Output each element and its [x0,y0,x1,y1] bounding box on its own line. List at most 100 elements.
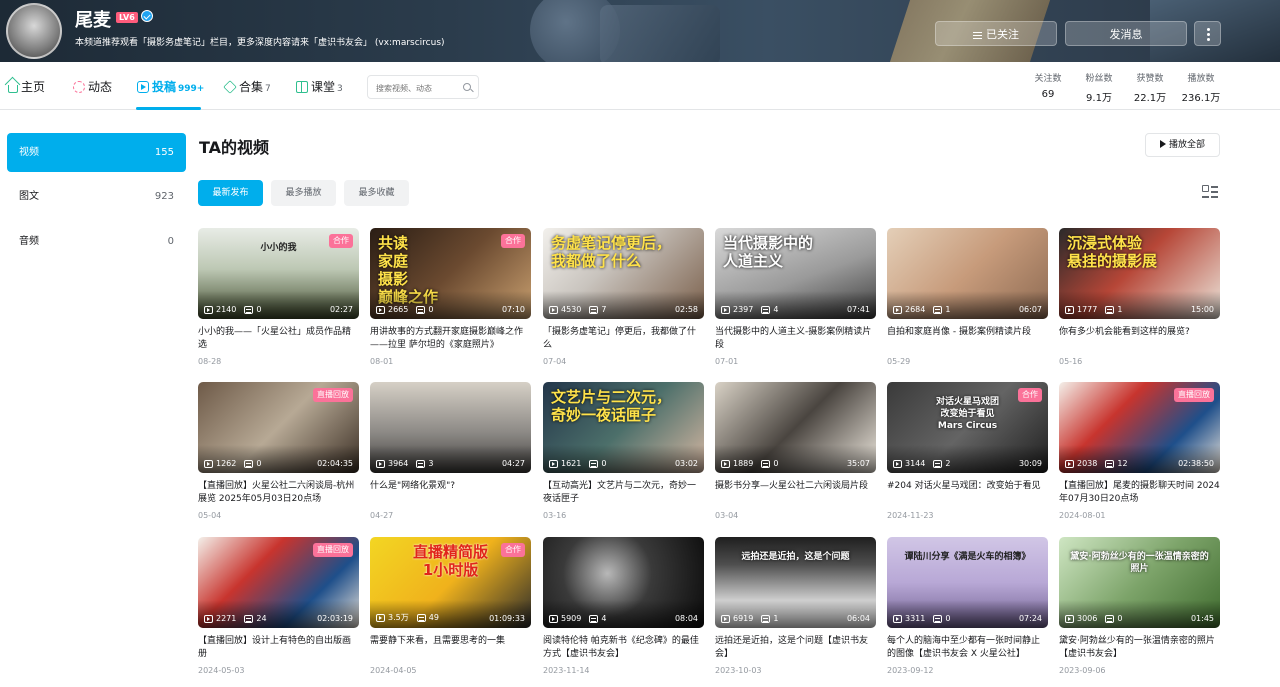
play-count-icon [549,459,558,468]
stat-likes: 获赞数 22.1万 [1125,71,1175,104]
stat-value: 9.1万 [1086,93,1112,104]
video-title[interactable]: 「摄影务虚笔记」停更后，我都做了什么 [543,326,704,352]
sidebar-item-video[interactable]: 视频 155 [7,133,186,172]
video-thumbnail[interactable]: 沉浸式体验 悬挂的摄影展 1777 1 15:00 [1059,228,1220,319]
layout-toggle-icon[interactable] [1202,185,1218,201]
video-card[interactable]: 直播精简版 1小时版 合作 3.5万 49 01:09:33 需要静下来看，且需… [370,537,531,675]
danmaku-icon [1105,305,1115,314]
video-thumbnail[interactable]: 黛安·阿勃丝少有的一张温情亲密的照片 3006 0 01:45 [1059,537,1220,628]
danmaku-count: 4 [601,614,607,623]
danmaku-count: 1 [1117,305,1123,314]
thumbnail-overlay-text: 沉浸式体验 悬挂的摄影展 [1067,234,1158,270]
video-card[interactable]: 黛安·阿勃丝少有的一张温情亲密的照片 3006 0 01:45 黛安·阿勃丝少有… [1059,537,1220,675]
sort-latest[interactable]: 最新发布 [198,180,263,206]
video-title[interactable]: 用讲故事的方式翻开家庭摄影巅峰之作——拉里 萨尔坦的《家庭照片》 [370,326,531,352]
tab-home[interactable]: 主页 [8,78,45,95]
tab-upload[interactable]: 投稿 999+ [137,78,204,95]
video-title[interactable]: 小小的我——「火星公社」成员作品精选 [198,326,359,352]
video-title[interactable]: 【互动高光】文艺片与二次元，奇妙一夜话匣子 [543,480,704,506]
video-thumbnail[interactable]: 共读 家庭 摄影 巅峰之作 合作 2665 0 07:10 [370,228,531,319]
stat-fans[interactable]: 粉丝数 9.1万 [1074,71,1124,104]
video-title[interactable]: #204 对话火星马戏团：改变始于看见 [887,480,1048,506]
video-card[interactable]: 直播回放 2271 24 02:03:19 【直播回放】设计上有特色的自出版画册… [198,537,359,675]
follow-button[interactable]: 已关注 [935,21,1057,46]
video-thumbnail[interactable]: 直播精简版 1小时版 合作 3.5万 49 01:09:33 [370,537,531,628]
video-title[interactable]: 什么是"网络化景观"? [370,480,531,506]
stat-following[interactable]: 关注数 69 [1023,71,1073,100]
video-card[interactable]: 当代摄影中的 人道主义 2397 4 07:41 当代摄影中的人道主义-摄影案例… [715,228,876,366]
search-input[interactable] [368,77,458,100]
video-card[interactable]: 远拍还是近拍，这是个问题 6919 1 06:04 远拍还是近拍，这是个问题【虚… [715,537,876,675]
stat-label: 关注数 [1034,74,1062,84]
danmaku-count: 0 [256,459,262,468]
video-card[interactable]: 直播回放 2038 12 02:38:50 【直播回放】尾麦的摄影聊天时间 20… [1059,382,1220,520]
tab-course[interactable]: 课堂 3 [296,78,343,95]
video-title[interactable]: 每个人的脑海中至少都有一张时间静止的图像【虚识书友会 X 火星公社】 [887,635,1048,661]
tab-collection[interactable]: 合集 7 [223,78,271,95]
video-card[interactable]: 1889 0 35:07 摄影书分享—火星公社二六闲谈局片段 03-04 [715,382,876,520]
video-thumbnail[interactable]: 谭陆川分享《满是火车的相簿》 3311 0 07:24 [887,537,1048,628]
video-title[interactable]: 自拍和家庭肖像 - 摄影案例精读片段 [887,326,1048,352]
video-card[interactable]: 直播回放 1262 0 02:04:35 【直播回放】火星公社二六闲谈局-杭州展… [198,382,359,520]
search-icon[interactable] [463,83,471,91]
thumbnail-overlay-text: 谭陆川分享《满是火车的相簿》 [904,552,1031,562]
more-button[interactable] [1194,21,1221,46]
sort-most-favorited[interactable]: 最多收藏 [344,180,409,206]
video-title[interactable]: 你有多少机会能看到这样的展览? [1059,326,1220,352]
video-card[interactable]: 务虚笔记停更后， 我都做了什么 4530 7 02:58 「摄影务虚笔记」停更后… [543,228,704,366]
video-thumbnail[interactable]: 直播回放 2038 12 02:38:50 [1059,382,1220,473]
video-title[interactable]: 【直播回放】尾麦的摄影聊天时间 2024年07月30日20点场 [1059,480,1220,506]
video-title[interactable]: 当代摄影中的人道主义-摄影案例精读片段 [715,326,876,352]
play-count-icon [893,305,902,314]
video-title[interactable]: 【直播回放】火星公社二六闲谈局-杭州展览 2025年05月03日20点场 [198,480,359,506]
home-icon [8,85,18,93]
danmaku-count: 2 [945,459,951,468]
avatar[interactable] [6,3,62,59]
video-title[interactable]: 远拍还是近拍，这是个问题【虚识书友会】 [715,635,876,661]
video-title[interactable]: 黛安·阿勃丝少有的一张温情亲密的照片【虚识书友会】 [1059,635,1220,661]
play-count: 1889 [733,459,754,468]
video-thumbnail[interactable]: 当代摄影中的 人道主义 2397 4 07:41 [715,228,876,319]
message-button[interactable]: 发消息 [1065,21,1187,46]
video-card[interactable]: 沉浸式体验 悬挂的摄影展 1777 1 15:00 你有多少机会能看到这样的展览… [1059,228,1220,366]
video-title[interactable]: 阅读特伦特 帕克新书《纪念碑》的最佳方式【虚识书友会】 [543,635,704,661]
play-all-button[interactable]: 播放全部 [1145,133,1220,157]
tab-dynamic[interactable]: 动态 [73,78,112,95]
video-card[interactable]: 文艺片与二次元， 奇妙一夜话匣子 1621 0 03:02 【互动高光】文艺片与… [543,382,704,520]
play-count: 1621 [561,459,582,468]
video-card[interactable]: 3964 3 04:27 什么是"网络化景观"? 04-27 [370,382,531,520]
video-card[interactable]: 谭陆川分享《满是火车的相簿》 3311 0 07:24 每个人的脑海中至少都有一… [887,537,1048,675]
video-stats: 6919 1 [721,614,778,623]
sidebar-item-audio[interactable]: 音频 0 [7,222,186,261]
video-thumbnail[interactable]: 对话火星马戏团 改变始于看见 Mars Circus 合作 3144 2 30:… [887,382,1048,473]
video-title[interactable]: 摄影书分享—火星公社二六闲谈局片段 [715,480,876,506]
video-card[interactable]: 对话火星马戏团 改变始于看见 Mars Circus 合作 3144 2 30:… [887,382,1048,520]
video-duration: 08:04 [674,614,698,623]
video-thumbnail[interactable]: 5909 4 08:04 [543,537,704,628]
video-duration: 02:38:50 [1178,459,1214,468]
video-thumbnail[interactable]: 直播回放 1262 0 02:04:35 [198,382,359,473]
video-thumbnail[interactable]: 小小的我 合作 2140 0 02:27 [198,228,359,319]
search-box[interactable] [367,75,479,100]
video-thumbnail[interactable]: 1889 0 35:07 [715,382,876,473]
video-thumbnail[interactable]: 直播回放 2271 24 02:03:19 [198,537,359,628]
video-title[interactable]: 需要静下来看，且需要思考的一集 [370,635,531,661]
video-card[interactable]: 小小的我 合作 2140 0 02:27 小小的我——「火星公社」成员作品精选 … [198,228,359,366]
sidebar-item-article[interactable]: 图文 923 [7,177,186,216]
video-card[interactable]: 共读 家庭 摄影 巅峰之作 合作 2665 0 07:10 用讲故事的方式翻开家… [370,228,531,366]
video-thumbnail[interactable]: 2684 1 06:07 [887,228,1048,319]
play-count: 1262 [216,459,237,468]
video-thumbnail[interactable]: 务虚笔记停更后， 我都做了什么 4530 7 02:58 [543,228,704,319]
video-thumbnail[interactable]: 远拍还是近拍，这是个问题 6919 1 06:04 [715,537,876,628]
dynamic-icon [73,81,85,93]
video-stats: 3.5万 49 [376,612,439,623]
video-thumbnail[interactable]: 3964 3 04:27 [370,382,531,473]
profile-banner: 尾麦 LV6 本频道推荐观看「摄影务虚笔记」栏目，更多深度内容请来「虚识书友会」… [0,0,1280,62]
play-icon [1159,140,1166,148]
video-thumbnail[interactable]: 文艺片与二次元， 奇妙一夜话匣子 1621 0 03:02 [543,382,704,473]
video-card[interactable]: 2684 1 06:07 自拍和家庭肖像 - 摄影案例精读片段 05-29 [887,228,1048,366]
sort-most-played[interactable]: 最多播放 [271,180,336,206]
danmaku-icon [933,305,943,314]
video-card[interactable]: 5909 4 08:04 阅读特伦特 帕克新书《纪念碑》的最佳方式【虚识书友会】… [543,537,704,675]
video-title[interactable]: 【直播回放】设计上有特色的自出版画册 [198,635,359,661]
